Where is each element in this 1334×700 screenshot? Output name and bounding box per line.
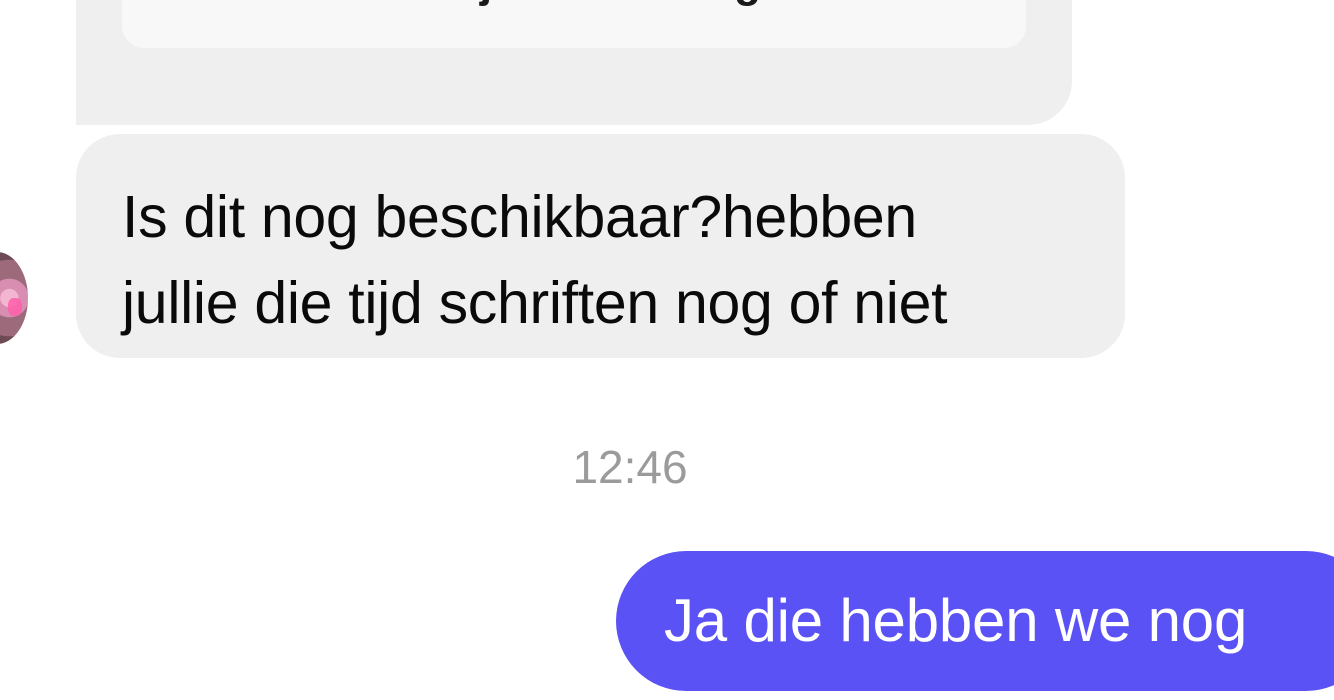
sender-avatar[interactable]: [0, 252, 28, 344]
chat-thread: Bekijk aanbieding Is dit nog beschikbaar…: [0, 0, 1334, 700]
outgoing-message-bubble[interactable]: Ja die hebben we nog: [616, 551, 1334, 691]
outgoing-message-text: Ja die hebben we nog: [664, 587, 1248, 654]
listing-preview-text: Bekijk aanbieding: [122, 0, 1026, 8]
message-timestamp: 12:46: [572, 441, 688, 493]
incoming-message-line-2: jullie die tijd schriften nog of niet: [122, 270, 948, 336]
incoming-message-bubble[interactable]: Is dit nog beschikbaar?hebben jullie die…: [76, 134, 1125, 358]
listing-preview-card[interactable]: Bekijk aanbieding: [122, 0, 1026, 48]
incoming-message-line-1: Is dit nog beschikbaar?hebben: [122, 184, 917, 250]
